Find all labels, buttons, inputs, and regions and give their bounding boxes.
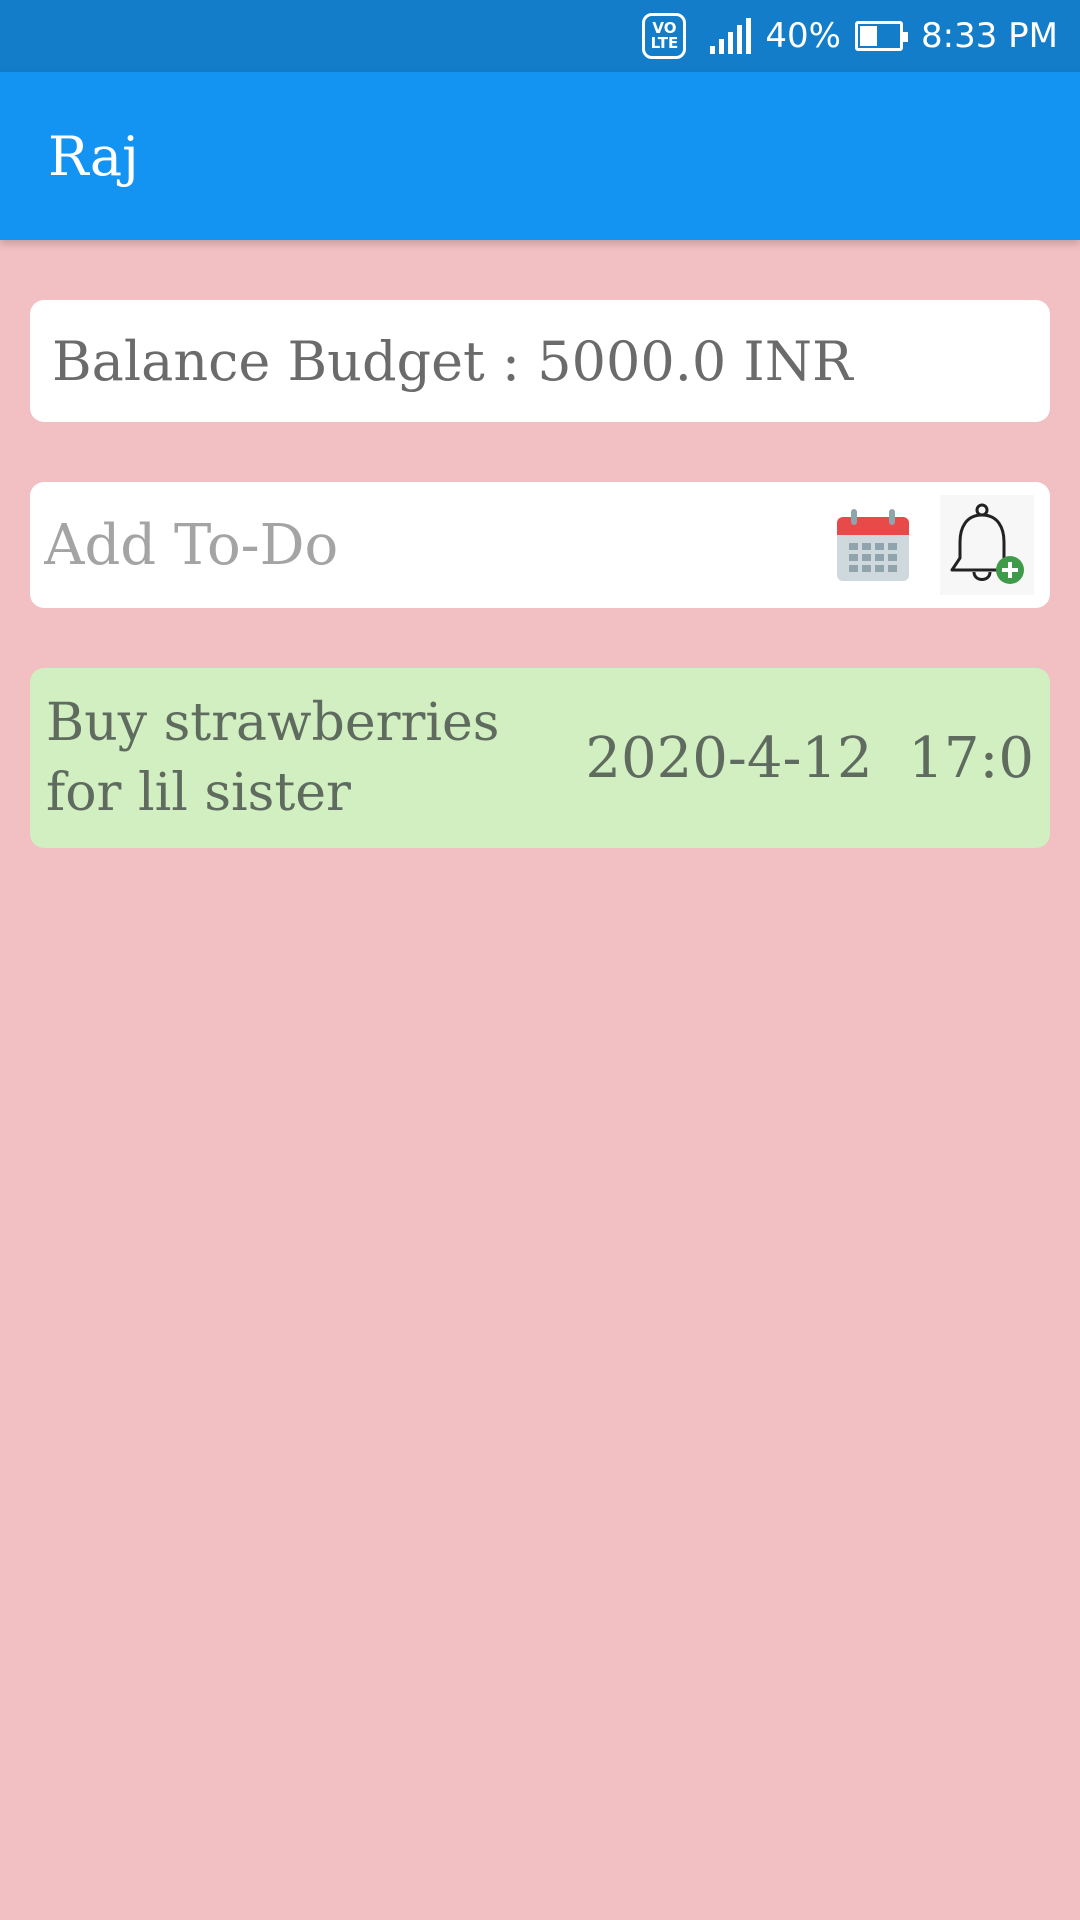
app-bar: Raj (0, 72, 1080, 240)
add-todo-input[interactable] (30, 482, 828, 608)
battery-level-fill (860, 26, 877, 46)
status-bar: VO LTE 40% 8:33 PM (0, 0, 1080, 72)
signal-strength-icon (710, 18, 752, 54)
reminder-button[interactable] (940, 495, 1034, 595)
volte-label-bottom: LTE (650, 34, 679, 52)
bell-add-icon (950, 503, 1024, 584)
battery-percent: 40% (765, 16, 841, 56)
volte-icon: VO LTE (642, 13, 687, 59)
add-todo-card (30, 482, 1050, 608)
clock: 8:33 PM (921, 16, 1058, 56)
calendar-button[interactable] (828, 500, 918, 590)
todo-item-datetime: 2020-4-12 17:0 (585, 725, 1034, 791)
budget-card: Balance Budget : 5000.0 INR (30, 300, 1050, 422)
app-title: Raj (48, 124, 139, 188)
calendar-icon (837, 509, 909, 581)
battery-icon (855, 21, 908, 51)
balance-budget-text: Balance Budget : 5000.0 INR (52, 329, 853, 393)
todo-item-title: Buy strawberries for lil sister (46, 693, 500, 823)
todo-list-item[interactable]: Buy strawberries for lil sister 2020-4-1… (30, 668, 1050, 848)
